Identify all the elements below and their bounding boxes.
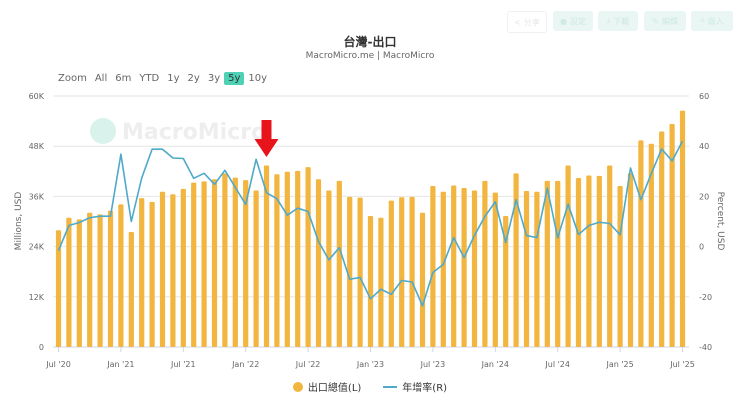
x-tick-label: Jul '23 [420,360,446,369]
x-tick-label: Jul '24 [544,360,570,369]
bar [284,171,290,347]
y2-axis-title: Percent, USD [715,192,725,251]
bar [596,175,602,347]
bar [139,198,145,347]
bar [128,231,134,347]
plot-area: MacroMicro 0 -40 12K -20 24K 0 36K 20 48K 40 60K 60 M… [14,92,725,369]
bar [357,197,363,347]
bar [180,188,186,347]
legend-line-marker [383,385,398,388]
bar [534,191,540,347]
bar [305,167,311,347]
bar [586,175,592,347]
bar [399,197,405,347]
bar [523,190,530,347]
bar [617,185,623,347]
bar [440,191,446,347]
bar [107,210,114,347]
y-tick-label: 36K [29,192,45,201]
bar [191,182,197,347]
watermark-logo-icon [90,118,116,144]
bar [461,188,467,347]
bar [87,212,93,347]
y-tick-label: 48K [29,142,45,151]
bar [232,177,238,347]
bar [388,200,394,347]
bar [66,217,72,347]
x-tick-label: Jan '23 [356,360,384,369]
bar [97,214,103,347]
y-axis-title: Millions, USD [14,192,24,251]
bar [638,140,644,347]
bar [378,217,384,347]
y-tick-label: 0 [39,343,44,352]
legend: 出口總值(L) 年增率(R) [0,379,740,394]
bar [159,191,166,347]
x-tick-label: Jan '21 [106,360,134,369]
x-tick-label: Jan '25 [605,360,633,369]
y-tick-label: 12K [29,293,45,302]
bar [430,185,436,347]
y-tick-label: 24K [29,243,45,252]
legend-item-exports[interactable]: 出口總值(L) [292,379,361,394]
bar [627,172,634,347]
y2-tick-label: -20 [699,293,712,302]
bar [565,165,571,347]
y-tick-label: 60K [29,92,45,101]
y2-tick-label: -40 [699,343,712,352]
bar [201,181,207,347]
bar [367,216,374,347]
y2-tick-label: 40 [699,142,709,151]
bar [295,170,301,347]
bar [659,131,665,347]
bar [419,212,426,347]
bar [544,180,550,347]
x-tick-label: Jul '22 [295,360,321,369]
chart-widget: < 分享 ● 設定 ⤓ 下載 ✎ 編輯 ⌗ 嵌入 台灣-出口 MacroMicro.me … [0,0,740,406]
bar [555,180,561,347]
bar [76,219,82,347]
bar [315,179,322,347]
bar [326,190,332,347]
x-tick-label: Jan '22 [231,360,259,369]
x-tick-label: Jan '24 [481,360,509,369]
bar [170,194,176,347]
bar [336,180,342,347]
y2-tick-label: 60 [699,92,709,101]
legend-item-yoy[interactable]: 年增率(R) [383,379,447,394]
bar [118,204,124,347]
bar [607,165,613,347]
bar [492,192,498,347]
x-tick-label: Jul '25 [669,360,695,369]
bar [253,190,259,347]
legend-bar-marker [292,381,303,392]
bar [471,190,478,347]
y2-tick-label: 20 [699,192,709,201]
bar [222,173,228,347]
watermark: MacroMicro [122,120,266,145]
bar [451,185,457,347]
bar [409,196,415,347]
bar [211,179,218,347]
y2-tick-label: 0 [699,243,704,252]
bar [482,180,488,347]
x-tick-label: Jul '21 [170,360,196,369]
bar [149,201,155,347]
x-tick-label: Jul '20 [45,360,71,369]
bar [575,177,582,347]
